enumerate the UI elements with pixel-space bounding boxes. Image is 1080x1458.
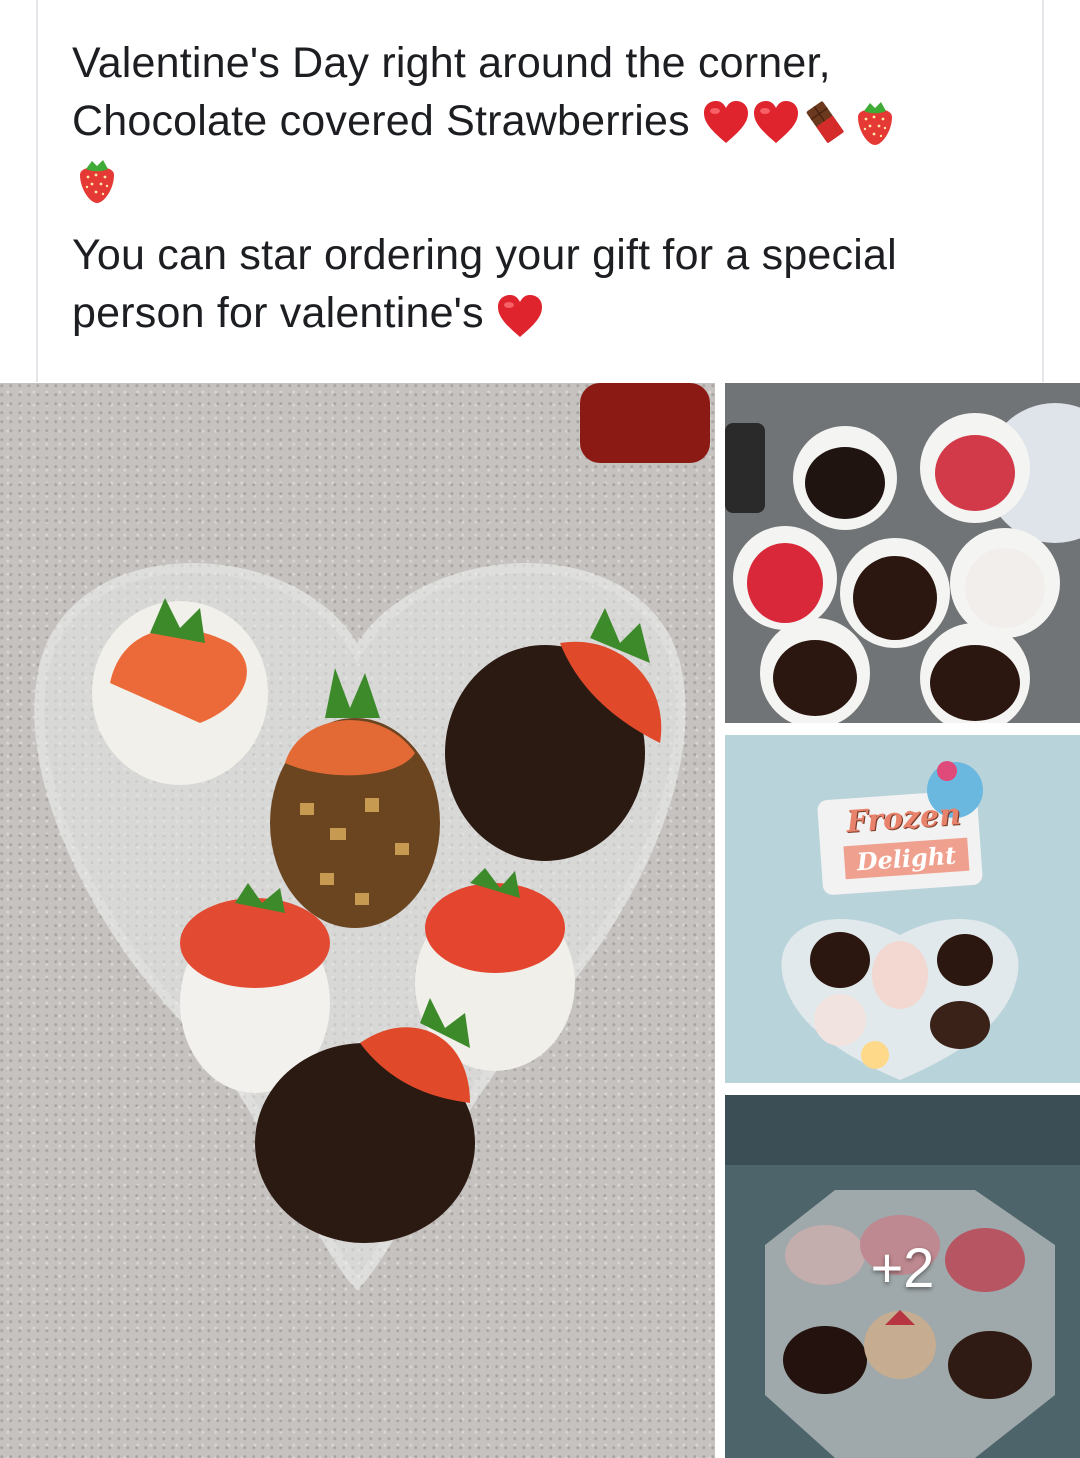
post-line-2: Chocolate covered Strawberries <box>72 92 1022 150</box>
store-sign: Frozen Delight <box>823 796 988 881</box>
strawberry-icon <box>72 157 122 207</box>
more-photos-count[interactable]: +2 <box>725 1235 1080 1300</box>
post-card-left-border <box>36 0 38 382</box>
post-line-2-wrap <box>72 150 1022 208</box>
frozen-delight-heart-box-image <box>725 735 1080 1083</box>
post-line-1: Valentine's Day right around the corner, <box>72 39 831 87</box>
main-photo[interactable] <box>0 383 715 1458</box>
heart-box-strawberries-image <box>34 383 710 1291</box>
post-line-3: You can star ordering your gift for a sp… <box>72 231 897 279</box>
post-line-4: person for valentine's <box>72 284 1022 342</box>
gallery-thumbnail-1[interactable] <box>725 383 1080 723</box>
post-message: Valentine's Day right around the corner,… <box>72 34 1022 342</box>
gallery-thumbnail-3[interactable]: +2 <box>725 1095 1080 1458</box>
post-line-2-emojis <box>702 99 900 149</box>
strawberry-icon <box>850 99 900 149</box>
red-cup-shape <box>580 383 710 463</box>
heart-icon <box>702 99 750 145</box>
post-card-right-border <box>1042 0 1044 382</box>
heart-icon <box>496 293 544 339</box>
heart-icon <box>752 99 800 145</box>
post-line-4-text: person for valentine's <box>72 289 484 337</box>
assorted-strawberries-image <box>725 383 1080 723</box>
post-line-2-text: Chocolate covered Strawberries <box>72 97 690 145</box>
gallery-thumbnail-2[interactable]: Frozen Delight <box>725 735 1080 1083</box>
chocolate-bar-icon <box>802 99 848 145</box>
